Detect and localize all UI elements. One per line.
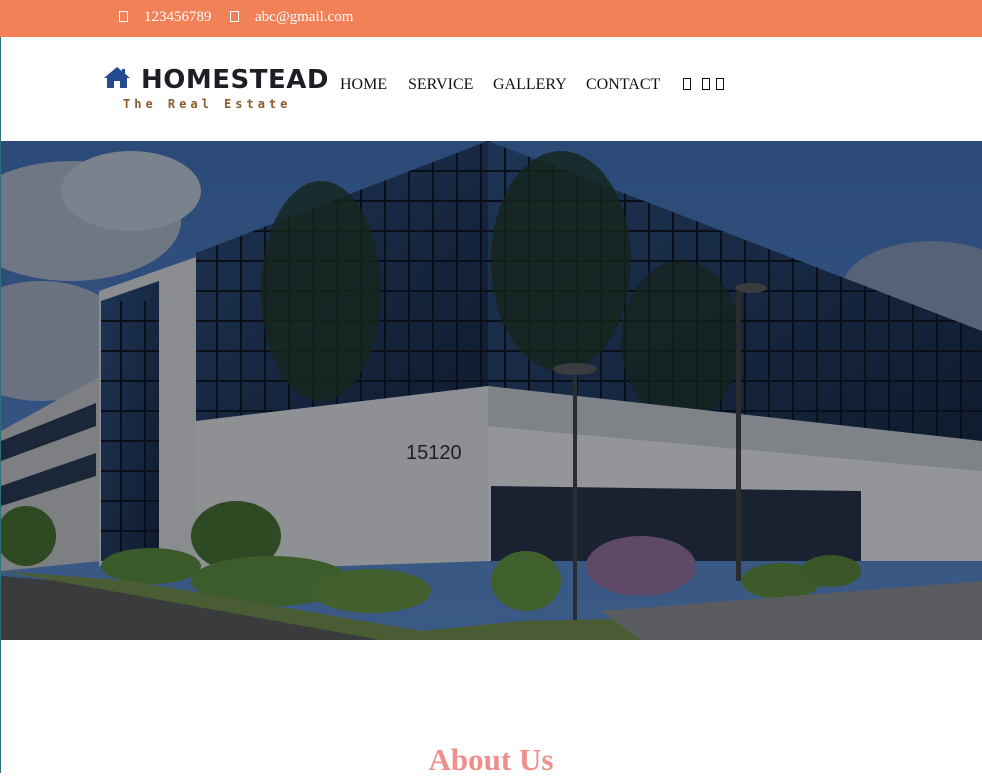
nav-gallery[interactable]: GALLERY xyxy=(493,75,567,95)
house-icon xyxy=(104,67,130,88)
about-us-heading: About Us xyxy=(428,742,554,777)
instagram-icon[interactable] xyxy=(716,78,724,90)
hero-banner: 15120 xyxy=(1,141,982,640)
phone-number: 123456789 xyxy=(144,9,212,25)
email-address: abc@gmail.com xyxy=(255,9,354,25)
site-logo[interactable]: HOMESTEAD The Real Estate xyxy=(104,64,328,114)
facebook-icon[interactable] xyxy=(683,78,691,90)
email-contact[interactable]: abc@gmail.com xyxy=(230,0,353,37)
top-contact-bar: 123456789 abc@gmail.com xyxy=(0,0,982,37)
nav-home[interactable]: HOME xyxy=(340,75,387,95)
nav-service[interactable]: SERVICE xyxy=(408,75,473,95)
twitter-icon[interactable] xyxy=(702,78,710,90)
envelope-icon xyxy=(230,11,239,22)
office-building-image: 15120 xyxy=(1,141,982,640)
site-name: HOMESTEAD xyxy=(141,65,329,95)
phone-contact[interactable]: 123456789 xyxy=(119,0,212,37)
svg-text:15120: 15120 xyxy=(406,442,462,464)
nav-contact[interactable]: CONTACT xyxy=(586,75,660,95)
phone-icon xyxy=(119,11,128,22)
site-tagline: The Real Estate xyxy=(123,97,292,111)
